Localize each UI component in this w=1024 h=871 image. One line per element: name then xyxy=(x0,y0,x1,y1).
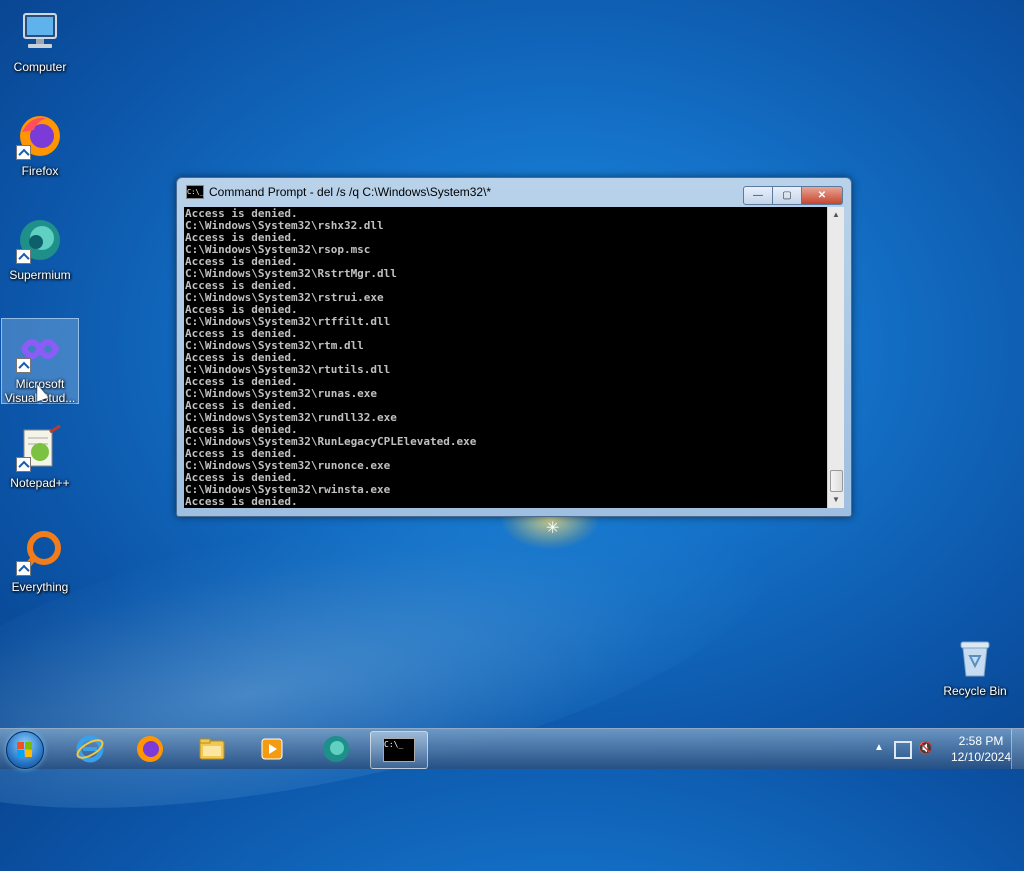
file-explorer-icon xyxy=(197,734,227,764)
start-button[interactable] xyxy=(6,731,44,769)
taskbar-command-prompt[interactable]: C:\_ xyxy=(370,731,428,769)
shortcut-arrow-icon xyxy=(16,561,31,576)
taskbar-internet-explorer[interactable] xyxy=(62,731,118,767)
system-tray: ▲ 🔇 2:58 PM 12/10/2024 xyxy=(864,729,1024,769)
shortcut-arrow-icon xyxy=(16,358,31,373)
desktop-icon-label: Computer xyxy=(13,60,67,74)
recycle-bin-icon xyxy=(951,632,999,680)
network-icon[interactable] xyxy=(894,741,912,759)
console-output[interactable]: Access is denied. C:\Windows\System32\rsh… xyxy=(184,207,827,508)
close-button[interactable]: ✕ xyxy=(802,186,843,205)
shortcut-arrow-icon xyxy=(16,145,31,160)
taskbar-supermium[interactable] xyxy=(308,731,364,767)
firefox-icon xyxy=(16,112,64,160)
taskbar-file-explorer[interactable] xyxy=(184,731,240,767)
scroll-up-arrow-icon[interactable]: ▲ xyxy=(828,207,844,223)
taskbar: C:\_ ▲ 🔇 2:58 PM 12/10/2024 xyxy=(0,728,1024,769)
desktop-icon-notepad-plus-plus[interactable]: Notepad++ xyxy=(2,418,78,490)
notepad-plus-plus-icon xyxy=(16,424,64,472)
windows-logo-icon xyxy=(17,742,33,758)
supermium-icon xyxy=(16,216,64,264)
show-hidden-icons-button[interactable]: ▲ xyxy=(874,742,884,753)
vertical-scrollbar[interactable]: ▲ ▼ xyxy=(827,207,844,508)
desktop-icon-recycle-bin[interactable]: Recycle Bin xyxy=(937,626,1013,698)
desktop-icon-supermium[interactable]: Supermium xyxy=(2,210,78,282)
maximize-button[interactable]: ▢ xyxy=(773,186,802,205)
scroll-down-arrow-icon[interactable]: ▼ xyxy=(828,492,844,508)
clock-date: 12/10/2024 xyxy=(950,750,1012,764)
everything-search-icon xyxy=(16,528,64,576)
firefox-icon xyxy=(135,734,165,764)
minimize-button[interactable]: — xyxy=(743,186,773,205)
desktop-icon-everything[interactable]: Everything xyxy=(2,522,78,594)
visual-studio-icon xyxy=(16,325,64,373)
scrollbar-thumb[interactable] xyxy=(830,470,843,492)
desktop-icon-label: Notepad++ xyxy=(10,476,70,490)
media-player-icon xyxy=(257,734,287,764)
clock-time: 2:58 PM xyxy=(958,734,1004,748)
command-prompt-window[interactable]: C:\_ Command Prompt - del /s /q C:\Windo… xyxy=(176,177,852,517)
window-title: Command Prompt - del /s /q C:\Windows\Sy… xyxy=(209,185,492,199)
desktop-icon-label: Recycle Bin xyxy=(943,684,1007,698)
show-desktop-button[interactable] xyxy=(1011,729,1024,769)
desktop-icon-label: Supermium xyxy=(9,268,71,282)
shortcut-arrow-icon xyxy=(16,457,31,472)
taskbar-media-player[interactable] xyxy=(244,731,300,767)
crosshair-cursor-icon: ✳ xyxy=(546,520,560,537)
desktop-icon-firefox[interactable]: Firefox xyxy=(2,106,78,178)
window-titlebar[interactable]: C:\_ Command Prompt - del /s /q C:\Windo… xyxy=(177,178,851,206)
console-line: Access is denied. xyxy=(185,495,298,508)
clock[interactable]: 2:58 PM 12/10/2024 xyxy=(950,733,1012,765)
taskbar-firefox[interactable] xyxy=(122,731,178,767)
volume-muted-icon[interactable]: 🔇 xyxy=(918,741,934,757)
shortcut-arrow-icon xyxy=(16,249,31,264)
command-prompt-icon: C:\_ xyxy=(186,185,204,199)
window-controls: — ▢ ✕ xyxy=(743,186,843,205)
desktop-icon-label: Firefox xyxy=(21,164,59,178)
desktop-icon-label: Everything xyxy=(11,580,69,594)
computer-icon xyxy=(16,8,64,56)
console-lines: Access is denied. C:\Windows\System32\rsh… xyxy=(184,207,827,508)
internet-explorer-icon xyxy=(75,734,105,764)
supermium-icon xyxy=(321,734,351,764)
command-prompt-icon: C:\_ xyxy=(383,738,415,762)
desktop-icon-computer[interactable]: Computer xyxy=(2,2,78,74)
